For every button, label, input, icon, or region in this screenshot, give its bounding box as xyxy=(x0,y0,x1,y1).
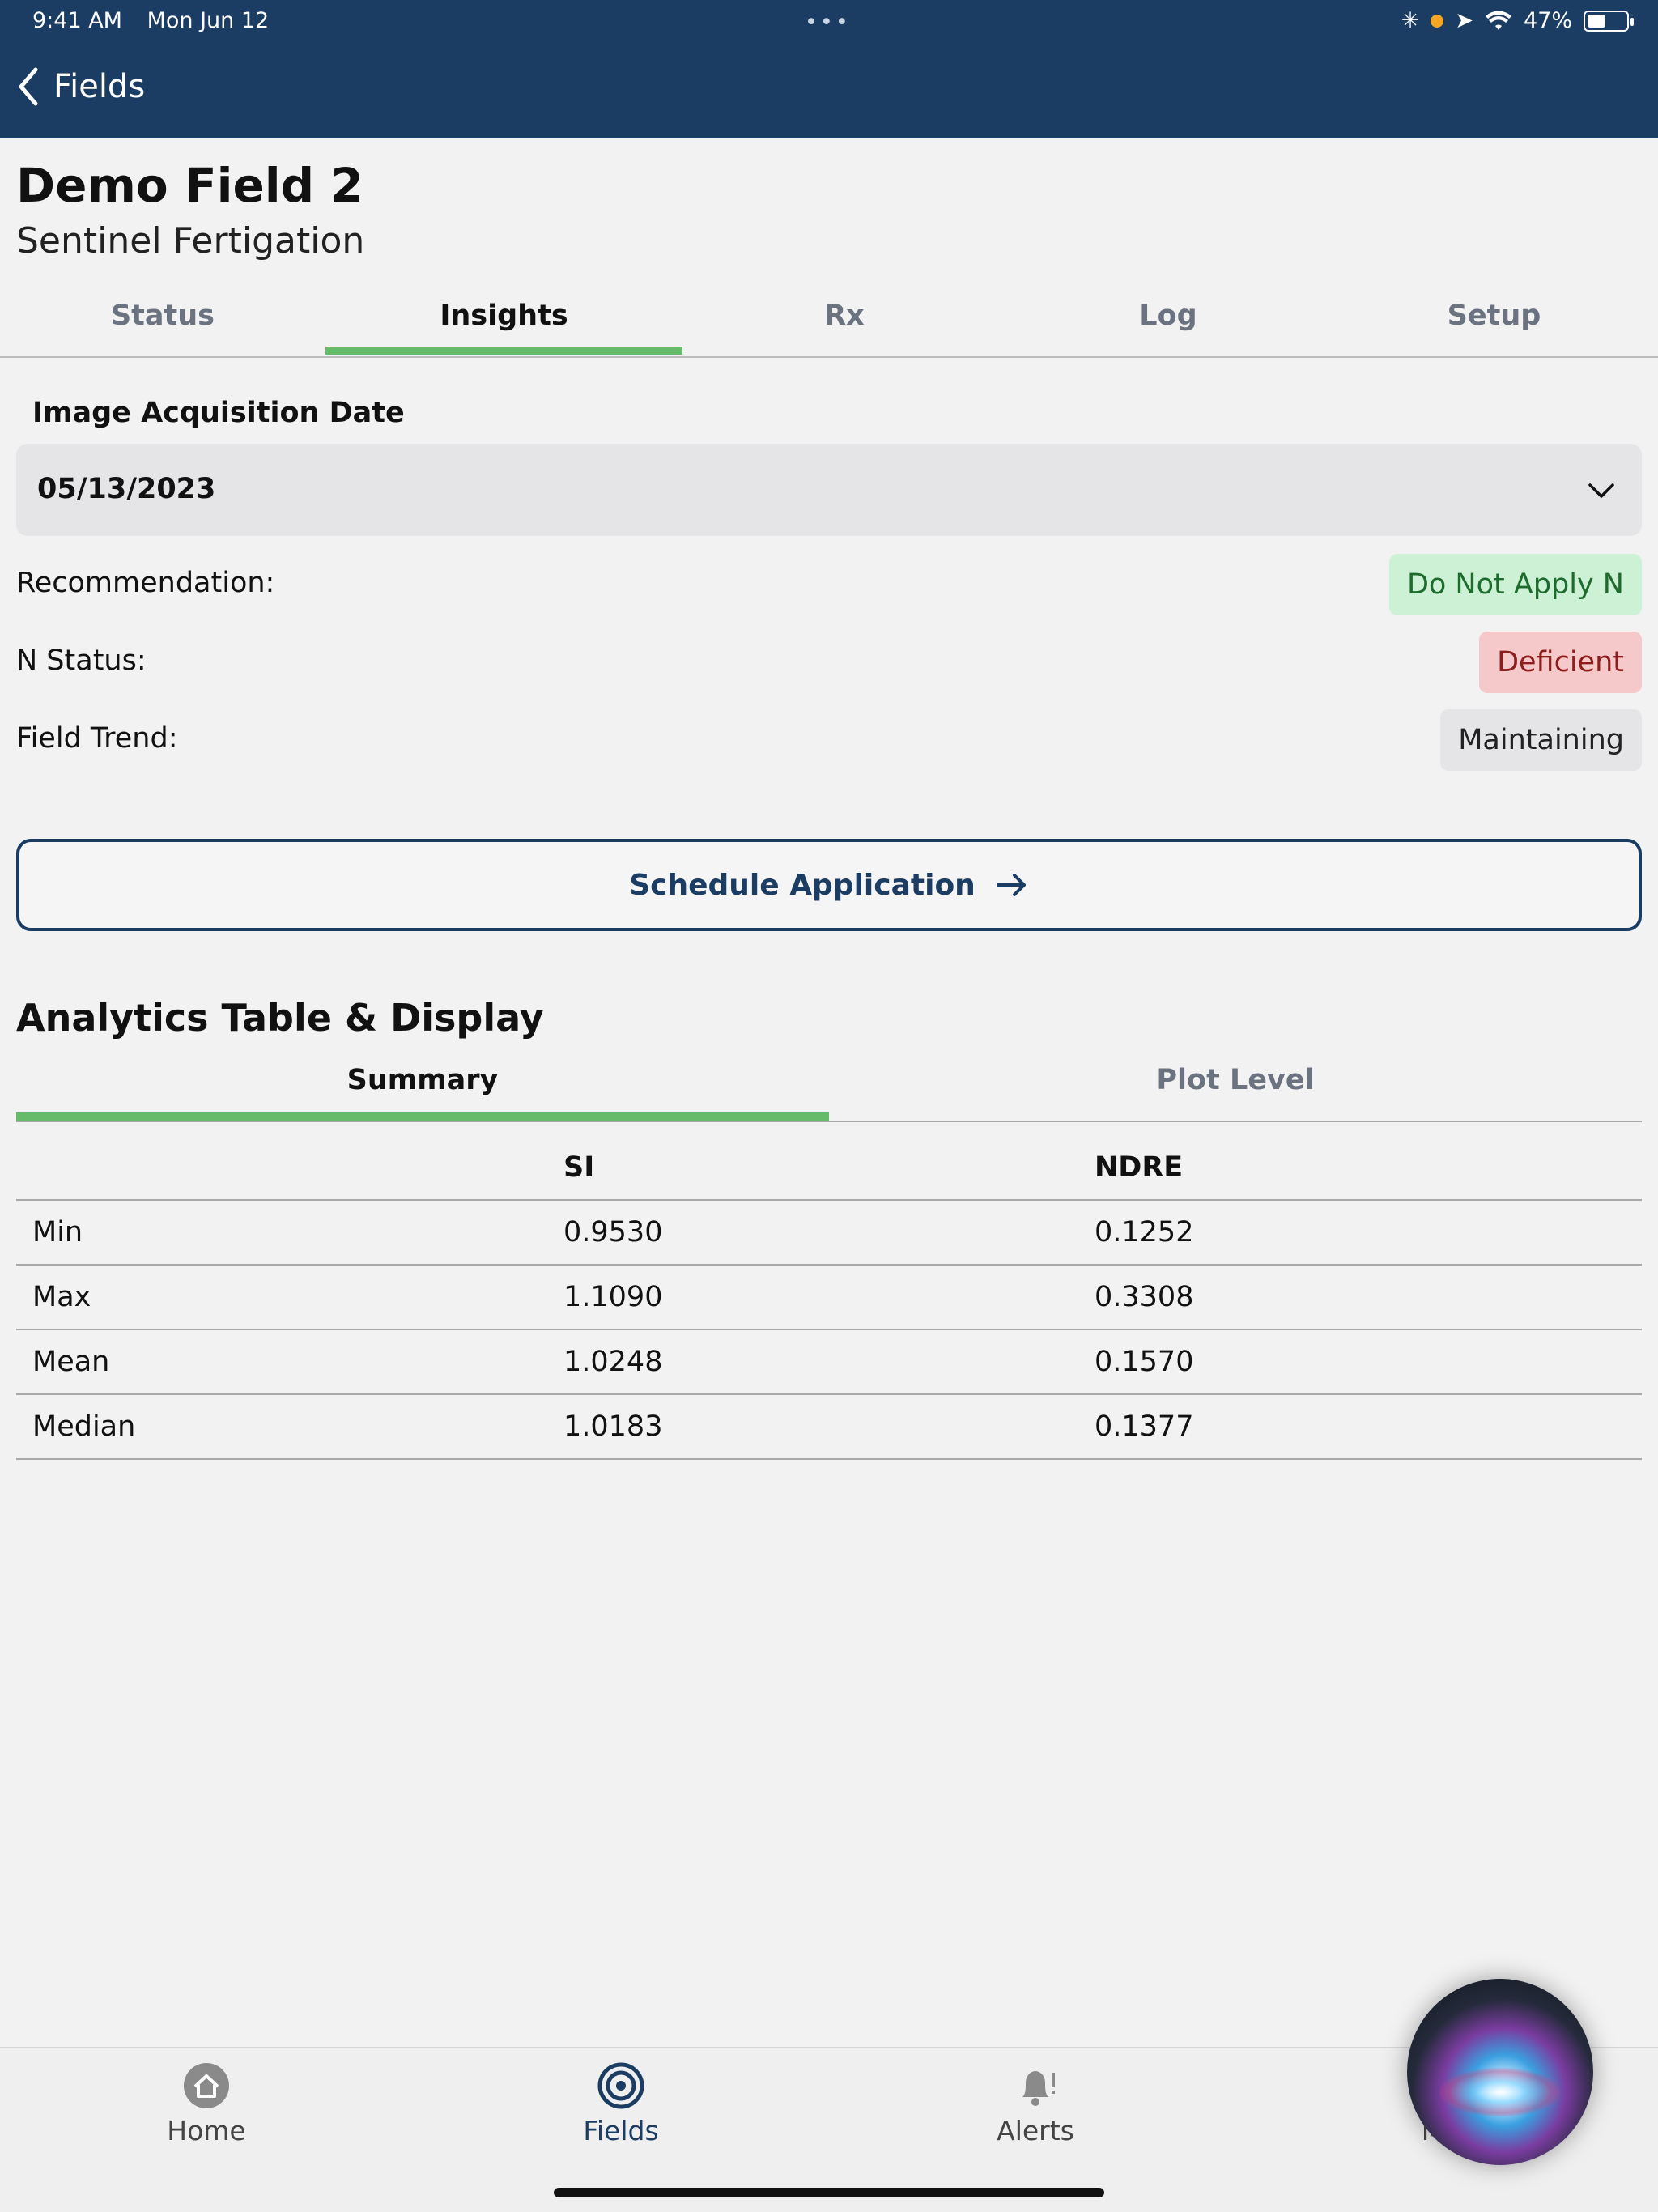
bottom-tab-home[interactable]: Home xyxy=(101,2061,312,2146)
table-cell-metric: Max xyxy=(16,1265,563,1330)
wifi-icon xyxy=(1485,11,1511,30)
tab-insights[interactable]: Insights xyxy=(325,300,682,332)
location-icon: ➤ xyxy=(1455,8,1473,33)
tab-bar: Status Insights Rx Log Setup xyxy=(0,291,1658,358)
back-button[interactable]: Fields xyxy=(16,66,145,107)
status-bar-left: 9:41 AM Mon Jun 12 xyxy=(32,8,287,33)
bottom-tab-fields[interactable]: Fields xyxy=(516,2061,726,2146)
status-bar-right: ✳ ➤ 47% xyxy=(1401,8,1634,33)
table-header-row: SI NDRE xyxy=(16,1135,1642,1201)
table-row: Mean 1.0248 0.1570 xyxy=(16,1329,1642,1395)
n-status-badge: Deficient xyxy=(1479,632,1642,693)
table-cell-ndre: 0.1377 xyxy=(1095,1394,1642,1460)
table-cell-ndre: 0.3308 xyxy=(1095,1265,1642,1330)
analytics-title: Analytics Table & Display xyxy=(16,996,544,1040)
home-icon xyxy=(184,2063,229,2108)
tab-rx[interactable]: Rx xyxy=(682,300,1006,332)
battery-percent: 47% xyxy=(1523,8,1572,33)
tab-log[interactable]: Log xyxy=(1006,300,1330,332)
navigation-header: 9:41 AM Mon Jun 12 ••• ✳ ➤ 47% Fields xyxy=(0,0,1658,138)
table-cell-metric: Median xyxy=(16,1394,563,1460)
schedule-application-label: Schedule Application xyxy=(629,868,976,902)
table-header-si: SI xyxy=(563,1135,1095,1201)
bottom-tab-alerts-label: Alerts xyxy=(997,2115,1074,2146)
tab-setup[interactable]: Setup xyxy=(1330,300,1658,332)
tab-status[interactable]: Status xyxy=(0,300,325,332)
siri-orb[interactable] xyxy=(1407,1979,1593,2165)
page-subtitle: Sentinel Fertigation xyxy=(16,220,365,262)
recommendation-label: Recommendation: xyxy=(16,567,275,599)
activity-icon: ✳ xyxy=(1401,8,1420,33)
table-cell-metric: Mean xyxy=(16,1329,563,1395)
table-header-metric xyxy=(16,1135,563,1201)
table-row: Max 1.1090 0.3308 xyxy=(16,1265,1642,1330)
tab-active-indicator xyxy=(325,347,682,355)
table-cell-ndre: 0.1570 xyxy=(1095,1329,1642,1395)
acquisition-date-value: 05/13/2023 xyxy=(37,473,216,505)
battery-level xyxy=(1588,14,1605,28)
field-trend-badge: Maintaining xyxy=(1440,709,1642,771)
bottom-tab-alerts[interactable]: Alerts xyxy=(930,2061,1141,2146)
battery-icon xyxy=(1584,10,1634,32)
page-title: Demo Field 2 xyxy=(16,158,363,213)
table-header-ndre: NDRE xyxy=(1095,1135,1642,1201)
arrow-right-icon xyxy=(996,874,1026,896)
table-cell-si: 1.0183 xyxy=(563,1394,1095,1460)
home-indicator[interactable] xyxy=(554,2188,1104,2197)
field-trend-label: Field Trend: xyxy=(16,722,178,755)
status-date: Mon Jun 12 xyxy=(147,8,270,33)
bell-icon xyxy=(1022,2071,1055,2106)
table-cell-si: 1.1090 xyxy=(563,1265,1095,1330)
target-icon xyxy=(597,2062,644,2109)
subtab-active-indicator xyxy=(16,1112,829,1121)
recommendation-badge: Do Not Apply N xyxy=(1388,554,1642,615)
acquisition-date-label: Image Acquisition Date xyxy=(32,397,405,429)
schedule-application-button[interactable]: Schedule Application xyxy=(16,839,1642,931)
analytics-table: SI NDRE Min 0.9530 0.1252 Max 1.1090 0.3… xyxy=(16,1135,1642,1460)
subtab-plot-level[interactable]: Plot Level xyxy=(829,1064,1642,1096)
table-row: Median 1.0183 0.1377 xyxy=(16,1394,1642,1460)
acquisition-date-select[interactable]: 05/13/2023 xyxy=(16,444,1642,536)
table-row: Min 0.9530 0.1252 xyxy=(16,1200,1642,1266)
multitasking-dots[interactable]: ••• xyxy=(805,10,851,35)
back-label: Fields xyxy=(53,68,146,105)
table-cell-ndre: 0.1252 xyxy=(1095,1200,1642,1266)
status-time: 9:41 AM xyxy=(32,8,122,33)
table-cell-si: 1.0248 xyxy=(563,1329,1095,1395)
chevron-left-icon xyxy=(19,67,38,106)
recording-indicator-icon xyxy=(1431,14,1444,28)
table-cell-si: 0.9530 xyxy=(563,1200,1095,1266)
chevron-down-icon xyxy=(1588,483,1614,498)
n-status-label: N Status: xyxy=(16,644,147,677)
bottom-tab-home-label: Home xyxy=(167,2115,246,2146)
table-cell-metric: Min xyxy=(16,1200,563,1266)
subtab-summary[interactable]: Summary xyxy=(16,1064,829,1096)
bottom-tab-fields-label: Fields xyxy=(583,2115,659,2146)
